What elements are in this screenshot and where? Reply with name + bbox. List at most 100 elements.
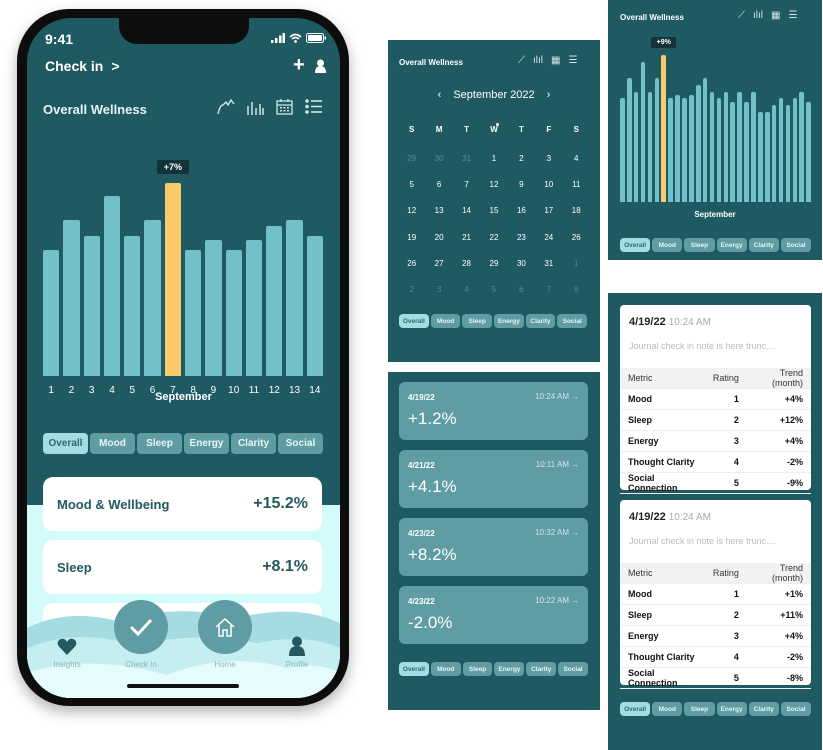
tab-social[interactable]: Social: [780, 238, 812, 252]
tab-social[interactable]: Social: [780, 702, 812, 716]
calendar-day[interactable]: 2: [398, 285, 425, 294]
calendar-day[interactable]: 19: [398, 233, 425, 242]
calendar-day[interactable]: 20: [425, 233, 452, 242]
nav-label-home[interactable]: Home: [200, 660, 250, 669]
tab-energy[interactable]: Energy: [184, 433, 229, 454]
checkin-entry[interactable]: 4/21/22 10:11 AM → +4.1%: [399, 450, 588, 508]
calendar-day[interactable]: 7: [535, 285, 562, 294]
tab-clarity[interactable]: Clarity: [748, 238, 779, 252]
metric-card[interactable]: Mood & Wellbeing +15.2%: [43, 477, 322, 531]
bar[interactable]: [43, 249, 60, 376]
tab-overall[interactable]: Overall: [43, 433, 88, 454]
calendar-day[interactable]: 22: [480, 233, 507, 242]
bar[interactable]: [709, 91, 715, 202]
bar[interactable]: [737, 91, 742, 202]
list-icon[interactable]: ☰: [568, 55, 577, 66]
calendar-day[interactable]: 4: [453, 285, 480, 294]
tab-sleep[interactable]: Sleep: [462, 662, 493, 676]
calendar-day[interactable]: 11: [563, 180, 590, 189]
calendar-day[interactable]: 27: [425, 259, 452, 268]
bar[interactable]: [682, 98, 687, 202]
profile-button[interactable]: [315, 59, 326, 73]
tab-sleep[interactable]: Sleep: [462, 314, 493, 328]
bar[interactable]: [785, 105, 791, 202]
bar[interactable]: [225, 249, 242, 376]
calendar-day[interactable]: 7: [453, 180, 480, 189]
bar-chart-icon[interactable]: ılıl: [533, 55, 543, 66]
calendar-day[interactable]: 9: [508, 180, 535, 189]
calendar-day[interactable]: 14: [453, 206, 480, 215]
calendar-day[interactable]: 10: [535, 180, 562, 189]
calendar-day[interactable]: 31: [453, 154, 480, 163]
calendar-day[interactable]: 26: [398, 259, 425, 268]
bar[interactable]: [702, 78, 708, 202]
bar[interactable]: [695, 85, 701, 202]
bar[interactable]: [771, 105, 777, 202]
prev-month-button[interactable]: ‹: [438, 89, 442, 101]
tab-sleep[interactable]: Sleep: [684, 702, 715, 716]
tab-clarity[interactable]: Clarity: [526, 662, 557, 676]
bar[interactable]: [689, 95, 694, 202]
bar[interactable]: [144, 219, 161, 376]
bar[interactable]: [185, 249, 202, 376]
nav-label-profile[interactable]: Profile: [272, 660, 322, 669]
calendar-day[interactable]: 26: [563, 233, 590, 242]
calendar-day[interactable]: 17: [535, 206, 562, 215]
calendar-icon[interactable]: ▦: [551, 55, 560, 66]
journal-entry-card[interactable]: 4/19/22 10:24 AM Journal check in note is …: [620, 305, 811, 494]
tab-energy[interactable]: Energy: [494, 314, 524, 328]
calendar-day[interactable]: 6: [425, 180, 452, 189]
bar[interactable]: [63, 219, 80, 376]
bar[interactable]: [245, 239, 263, 376]
calendar-day[interactable]: 16: [508, 206, 535, 215]
tab-social[interactable]: Social: [558, 662, 588, 676]
bar[interactable]: [716, 98, 722, 202]
calendar-day[interactable]: 29: [480, 259, 507, 268]
nav-label-insights[interactable]: Insights: [42, 660, 92, 669]
bar[interactable]: [792, 98, 798, 202]
tab-mood[interactable]: Mood: [90, 433, 135, 454]
bar[interactable]: [266, 226, 283, 376]
bar[interactable]: [668, 98, 673, 202]
tab-mood[interactable]: Mood: [652, 238, 683, 252]
line-chart-icon[interactable]: [217, 98, 235, 115]
checkin-entry[interactable]: 4/23/22 10:22 AM → -2.0%: [399, 586, 588, 644]
calendar-day[interactable]: 29: [398, 154, 425, 163]
heart-icon[interactable]: [57, 638, 77, 655]
bar[interactable]: [778, 98, 784, 202]
calendar-day[interactable]: 8: [563, 285, 590, 294]
tab-mood[interactable]: Mood: [652, 702, 683, 716]
tab-overall[interactable]: Overall: [399, 662, 429, 676]
bar[interactable]: [675, 95, 680, 202]
tab-social[interactable]: Social: [278, 433, 323, 454]
tab-mood[interactable]: Mood: [430, 662, 461, 676]
tab-social[interactable]: Social: [557, 314, 588, 328]
metric-card[interactable]: Sleep +8.1%: [43, 540, 322, 594]
bar[interactable]: [620, 98, 625, 202]
checkin-nav-button[interactable]: [114, 600, 168, 654]
calendar-day[interactable]: 12: [398, 206, 425, 215]
calendar-day[interactable]: 6: [508, 285, 535, 294]
tab-mood[interactable]: Mood: [430, 314, 461, 328]
bar[interactable]: [286, 219, 303, 376]
calendar-day[interactable]: 5: [480, 285, 507, 294]
bar[interactable]: [751, 91, 756, 202]
calendar-day[interactable]: 12: [480, 180, 507, 189]
bar[interactable]: [723, 91, 729, 202]
bar[interactable]: [758, 111, 763, 202]
calendar-day[interactable]: 18: [563, 206, 590, 215]
tab-sleep[interactable]: Sleep: [684, 238, 715, 252]
profile-nav-icon[interactable]: [289, 636, 305, 656]
bar[interactable]: [806, 101, 811, 202]
bar[interactable]: [647, 91, 653, 202]
tab-clarity[interactable]: Clarity: [231, 433, 276, 454]
tab-overall[interactable]: Overall: [620, 238, 651, 252]
bar[interactable]: [730, 101, 736, 202]
checkin-entry[interactable]: 4/23/22 10:32 AM → +8.2%: [399, 518, 588, 576]
calendar-day[interactable]: 31: [535, 259, 562, 268]
nav-label-checkin[interactable]: Check In: [116, 660, 166, 669]
calendar-day[interactable]: 1: [480, 154, 507, 163]
tab-energy[interactable]: Energy: [716, 702, 747, 716]
checkin-entry[interactable]: 4/19/22 10:24 AM → +1.2%: [399, 382, 588, 440]
calendar-day[interactable]: 23: [508, 233, 535, 242]
